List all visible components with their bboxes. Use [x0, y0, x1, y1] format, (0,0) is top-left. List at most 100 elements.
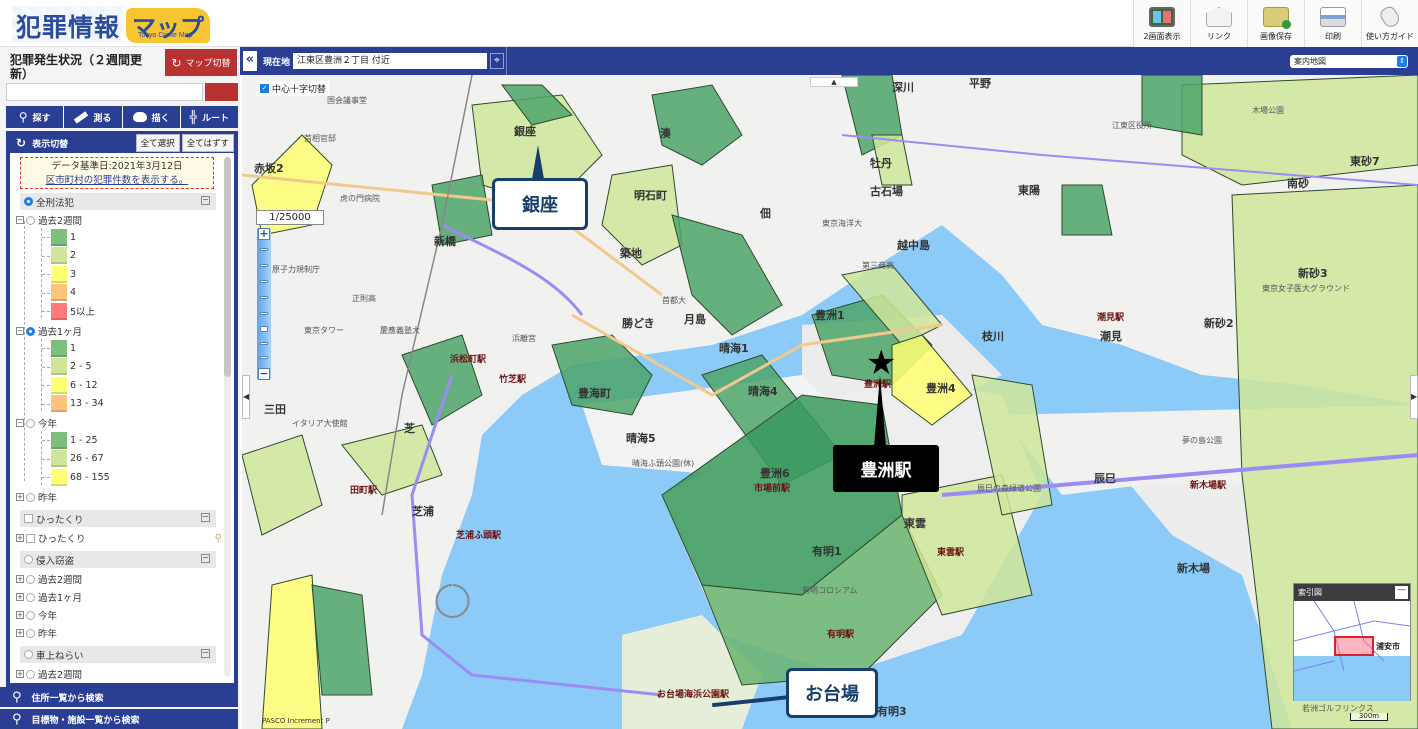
collapse-icon[interactable]: − — [16, 327, 24, 335]
collapse-icon[interactable]: − — [201, 513, 210, 522]
crosshair-label: 中心十字切替 — [272, 85, 327, 95]
center-target-button[interactable]: ⌖ — [490, 53, 504, 69]
pan-left-button[interactable]: ◀ — [242, 375, 250, 419]
car-theft-radio[interactable] — [24, 650, 33, 659]
expand-icon[interactable]: + — [16, 575, 24, 583]
magnifier-icon[interactable]: ⚲ — [215, 533, 222, 544]
burglary-radio[interactable] — [24, 555, 33, 564]
burglary-last-year[interactable]: + 昨年 — [16, 625, 57, 641]
car-theft-two-weeks[interactable]: + 過去2週間 — [16, 666, 82, 682]
expand-icon[interactable]: + — [16, 611, 24, 619]
logo-subtitle: Tokyo Crime Map — [138, 32, 193, 39]
tool-search[interactable]: ⚲ 探す — [6, 106, 65, 128]
facility-label: 東京タワー — [304, 326, 344, 335]
snatch-item-checkbox[interactable] — [26, 533, 35, 543]
expand-icon[interactable]: + — [16, 593, 24, 601]
zoom-level-tick[interactable] — [260, 248, 268, 251]
period-radio[interactable] — [26, 574, 35, 584]
period-one-month[interactable]: − 過去1ヶ月 — [16, 323, 82, 339]
location-field[interactable]: 江東区豊洲２丁目 付近 — [293, 53, 487, 69]
link-button[interactable]: リンク — [1190, 0, 1247, 47]
period-radio[interactable] — [26, 610, 35, 620]
zoom-in-button[interactable]: + — [258, 228, 270, 240]
municipality-count-link[interactable]: 区市町村の犯罪件数を表示する。 — [21, 174, 213, 188]
place-label: 深川 — [892, 81, 914, 94]
zoom-level-tick[interactable] — [260, 296, 268, 299]
zoom-slider[interactable]: + − — [257, 228, 271, 380]
period-radio[interactable] — [26, 492, 35, 502]
landmark-search-button[interactable]: ⚲ 目標物・施設一覧から検索 — [0, 709, 238, 729]
pan-right-button[interactable]: ▶ — [1410, 375, 1418, 419]
zoom-level-tick[interactable] — [260, 280, 268, 283]
print-button[interactable]: 印刷 — [1304, 0, 1361, 47]
deselect-all-button[interactable]: 全てはずす — [181, 134, 234, 152]
period-radio[interactable] — [26, 628, 35, 638]
zoom-level-tick[interactable] — [260, 356, 268, 359]
legend-item: 2 - 5 — [51, 358, 92, 376]
map-switch-button[interactable]: ↻ マップ切替 — [165, 49, 237, 76]
legend-item: 6 - 12 — [51, 376, 98, 394]
collapse-icon[interactable]: − — [16, 419, 24, 427]
scrollbar-thumb[interactable] — [224, 157, 231, 377]
period-radio[interactable] — [26, 418, 35, 428]
collapse-icon[interactable]: − — [201, 649, 210, 658]
zoom-handle[interactable] — [260, 326, 268, 332]
expand-icon[interactable]: + — [16, 534, 24, 542]
period-two-weeks[interactable]: − 過去2週間 — [16, 212, 82, 228]
crosshair-checkbox[interactable]: ✓ — [260, 84, 269, 93]
select-all-button[interactable]: 全て選択 — [135, 134, 180, 152]
save-image-button[interactable]: 画像保存 — [1247, 0, 1304, 47]
place-label: 明石町 — [634, 189, 667, 202]
guide-button[interactable]: 使い方ガイド — [1361, 0, 1418, 47]
snatch-item[interactable]: + ひったくり ⚲ — [16, 530, 222, 546]
layer-scrollbar[interactable] — [224, 157, 231, 677]
burglary-this-year[interactable]: + 今年 — [16, 607, 57, 623]
overview-viewport-box[interactable] — [1334, 636, 1374, 656]
burglary-two-weeks[interactable]: + 過去2週間 — [16, 571, 82, 587]
crosshair-toggle[interactable]: ✓ 中心十字切替 — [256, 81, 331, 96]
overview-map[interactable]: 索引図 — 浦安市 — [1293, 583, 1411, 701]
legend-label: 26 - 67 — [70, 453, 104, 464]
expand-icon[interactable]: + — [16, 629, 24, 637]
category-snatch[interactable]: ひったくり − — [20, 510, 216, 527]
overview-view[interactable]: 浦安市 — [1294, 601, 1410, 701]
collapse-icon[interactable]: − — [201, 554, 210, 563]
dual-screen-button[interactable]: 2画面表示 — [1133, 0, 1190, 47]
zoom-out-button[interactable]: − — [258, 368, 270, 380]
period-last-year[interactable]: + 昨年 — [16, 489, 57, 505]
address-search-button[interactable]: ⚲ 住所一覧から検索 — [0, 687, 238, 707]
pan-up-button[interactable]: ▲ — [810, 77, 858, 87]
collapse-icon[interactable]: − — [16, 216, 24, 224]
search-submit-button[interactable] — [205, 83, 238, 101]
area-takanawa — [311, 584, 373, 696]
minimize-button[interactable]: — — [1395, 586, 1408, 599]
period-radio[interactable] — [26, 592, 35, 602]
snatch-checkbox[interactable] — [24, 514, 33, 523]
category-car-theft[interactable]: 車上ねらい − — [20, 646, 216, 663]
collapse-panel-button[interactable]: « — [243, 51, 257, 71]
map-type-select[interactable]: 案内地図 ⇕ — [1290, 55, 1408, 68]
all-crime-radio[interactable] — [24, 197, 33, 206]
scale-display[interactable]: 1/25000 — [256, 210, 324, 225]
category-burglary[interactable]: 侵入窃盗 − — [20, 551, 216, 568]
period-radio-selected[interactable] — [26, 326, 35, 336]
tool-measure[interactable]: 測る — [64, 106, 123, 128]
logo[interactable]: 犯罪情報 マップ Tokyo Crime Map — [12, 6, 212, 43]
place-label: 古石場 — [870, 185, 903, 198]
period-radio[interactable] — [26, 215, 35, 225]
zoom-level-tick[interactable] — [260, 312, 268, 315]
legend-swatch — [51, 376, 67, 394]
category-all-crime[interactable]: 全刑法犯 − — [20, 193, 216, 210]
tool-route[interactable]: ╬ ルート — [181, 106, 238, 128]
zoom-level-tick[interactable] — [260, 342, 268, 345]
collapse-icon[interactable]: − — [201, 196, 210, 205]
expand-icon[interactable]: + — [16, 670, 24, 678]
search-input[interactable] — [6, 83, 203, 101]
period-this-year[interactable]: − 今年 — [16, 415, 57, 431]
zoom-level-tick[interactable] — [260, 264, 268, 267]
tool-draw[interactable]: 描く — [123, 106, 181, 128]
period-radio[interactable] — [26, 669, 35, 679]
burglary-one-month[interactable]: + 過去1ヶ月 — [16, 589, 82, 605]
expand-icon[interactable]: + — [16, 493, 24, 501]
map-canvas[interactable]: 赤坂2 新橋 銀座 湊明石町 築地 月島 佃 古石場 越中島 牡丹 深川 豊洲1 豊洲4 豊洲6 晴海1 晴海… — [242, 75, 1418, 729]
